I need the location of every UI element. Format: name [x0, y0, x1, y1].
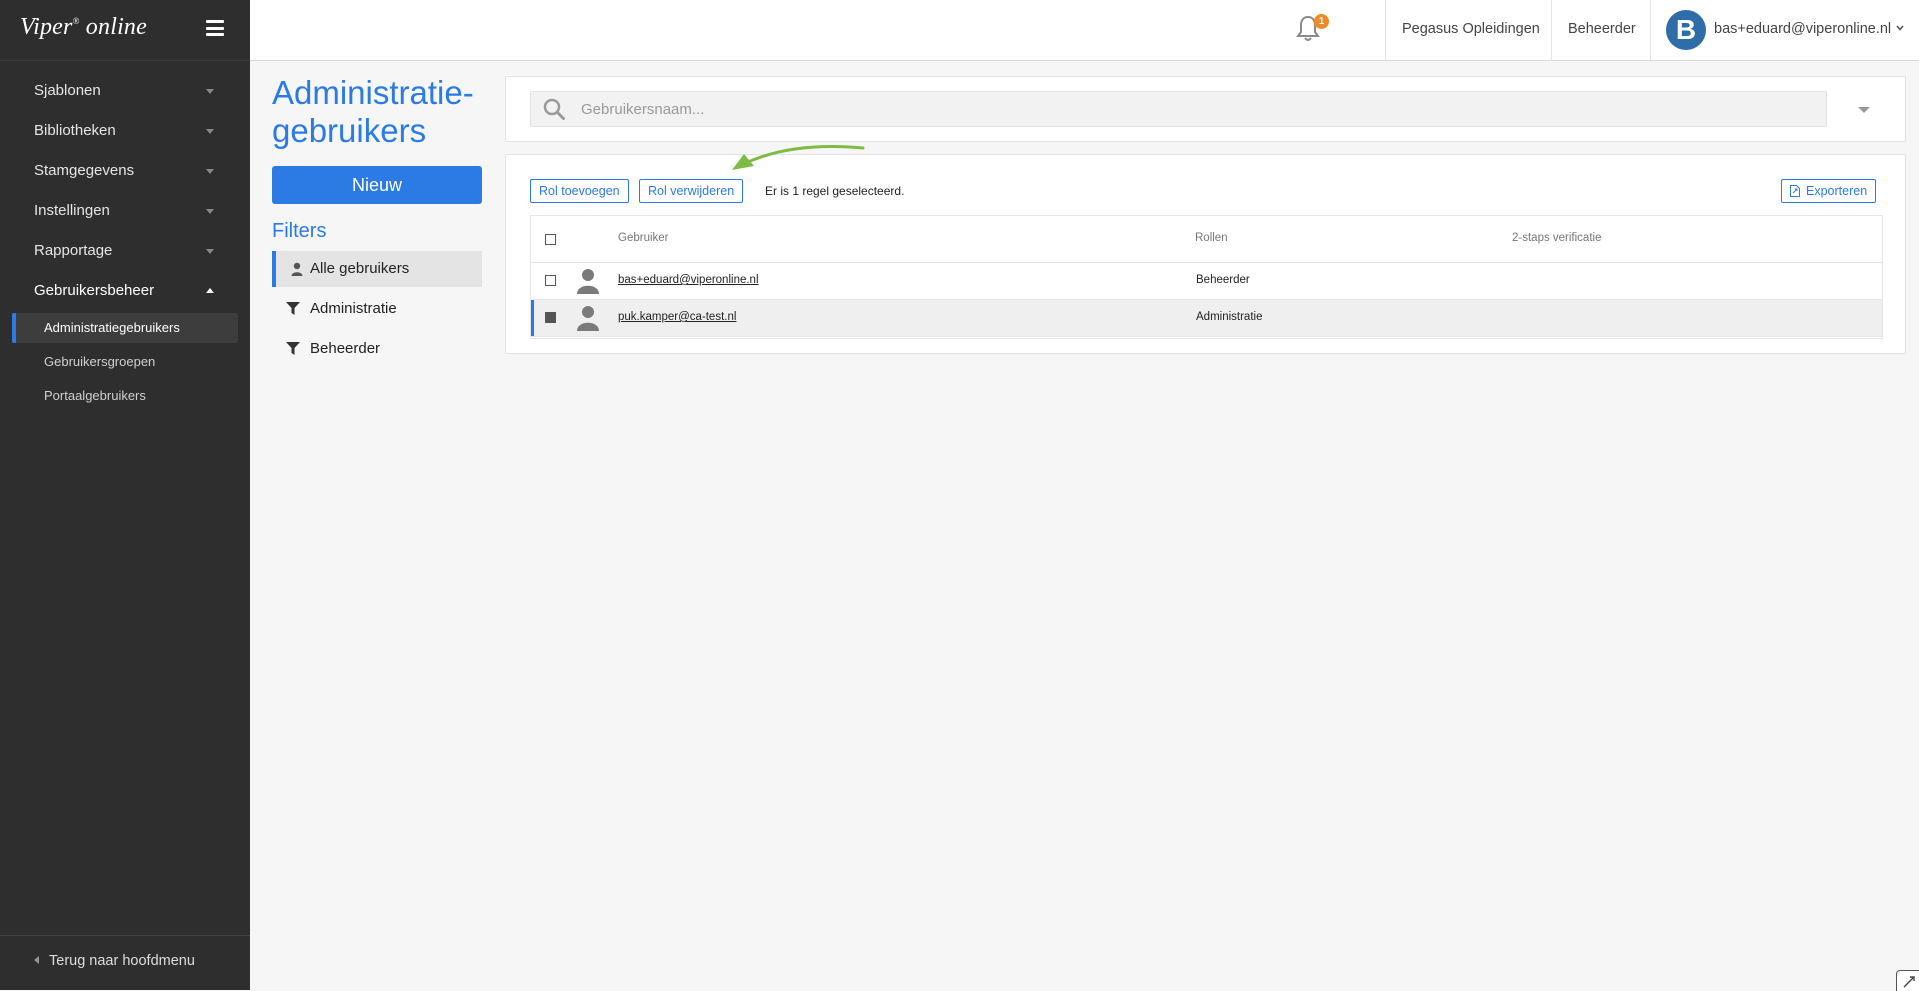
divider — [1385, 0, 1386, 60]
sidebar-item-sjablonen[interactable]: Sjablonen — [0, 71, 250, 111]
role-label[interactable]: Beheerder — [1568, 21, 1636, 37]
filter-label: Administratie — [310, 300, 397, 317]
filters-title: Filters — [272, 220, 327, 242]
user-email-link[interactable]: bas+eduard@viperonline.nl — [618, 274, 759, 286]
caret-down-icon — [206, 209, 214, 214]
filter-label: Alle gebruikers — [310, 260, 410, 277]
logo-bar: Viper® online — [0, 0, 250, 61]
notification-badge: 1 — [1314, 14, 1329, 29]
app-logo[interactable]: Viper® online — [20, 14, 147, 41]
hamburger-menu-icon[interactable] — [206, 20, 224, 36]
chevron-down-icon[interactable] — [1896, 24, 1904, 32]
selection-info: Er is 1 regel geselecteerd. — [765, 184, 905, 198]
search-placeholder: Gebruikersnaam... — [581, 101, 705, 118]
corner-tool-icon[interactable] — [1896, 970, 1919, 991]
user-avatar-icon — [577, 306, 599, 331]
avatar[interactable]: B — [1666, 10, 1706, 50]
back-bar: Terug naar hoofdmenu — [0, 935, 250, 990]
search-options-caret-icon[interactable] — [1858, 107, 1870, 113]
users-panel: Rol toevoegen Rol verwijderen Er is 1 re… — [505, 154, 1906, 354]
sidebar-item-bibliotheken[interactable]: Bibliotheken — [0, 111, 250, 151]
search-input[interactable]: Gebruikersnaam... — [530, 91, 1827, 127]
search-panel: Gebruikersnaam... — [505, 76, 1906, 142]
user-avatar-icon — [577, 269, 599, 294]
user-email-menu[interactable]: bas+eduard@viperonline.nl — [1714, 21, 1891, 37]
sidebar-subitem-gebruikersgroepen[interactable]: Gebruikersgroepen — [12, 347, 238, 377]
select-all-checkbox[interactable] — [545, 234, 556, 245]
column-header-2fa[interactable]: 2-staps verificatie — [1512, 232, 1601, 244]
caret-down-icon — [206, 169, 214, 174]
new-button[interactable]: Nieuw — [272, 166, 482, 204]
table-row[interactable]: bas+eduard@viperonline.nl Beheerder — [531, 263, 1882, 300]
caret-down-icon — [206, 89, 214, 94]
sidebar-subitem-administratiegebruikers[interactable]: Administratiegebruikers — [12, 313, 238, 343]
sidebar-item-label: Bibliotheken — [34, 122, 116, 139]
column-header-gebruiker[interactable]: Gebruiker — [618, 232, 669, 244]
divider — [1650, 0, 1651, 60]
sidebar-item-gebruikersbeheer[interactable]: Gebruikersbeheer — [0, 271, 250, 311]
row-checkbox[interactable] — [545, 312, 556, 323]
users-table: Gebruiker Rollen 2-staps verificatie bas… — [530, 215, 1883, 339]
logo-sub: online — [85, 14, 147, 40]
caret-up-icon — [206, 288, 214, 293]
sidebar-item-instellingen[interactable]: Instellingen — [0, 191, 250, 231]
search-icon — [543, 98, 565, 120]
filter-label: Beheerder — [310, 340, 381, 357]
logo-mark: ® — [72, 16, 80, 26]
table-header: Gebruiker Rollen 2-staps verificatie — [531, 216, 1882, 263]
divider — [1551, 0, 1552, 60]
sidebar-item-label: Rapportage — [34, 242, 113, 259]
sidebar-item-label: Gebruikersbeheer — [34, 282, 155, 299]
user-email-link[interactable]: puk.kamper@ca-test.nl — [618, 311, 736, 323]
filter-administratie[interactable]: Administratie — [272, 291, 482, 327]
sidebar-subnav: Administratiegebruikers Gebruikersgroepe… — [0, 313, 250, 411]
caret-down-icon — [206, 129, 214, 134]
column-header-rollen[interactable]: Rollen — [1195, 232, 1228, 244]
remove-role-button[interactable]: Rol verwijderen — [639, 179, 744, 203]
caret-down-icon — [206, 249, 214, 254]
top-bar: 1 Pegasus Opleidingen Beheerder B bas+ed… — [250, 0, 1919, 61]
back-to-main-menu-link[interactable]: Terug naar hoofdmenu — [34, 953, 195, 969]
sidebar-item-rapportage[interactable]: Rapportage — [0, 231, 250, 271]
sidebar-item-label: Stamgegevens — [34, 162, 135, 179]
export-button[interactable]: Exporteren — [1781, 179, 1877, 203]
funnel-icon — [286, 302, 300, 315]
user-role: Beheerder — [1196, 274, 1250, 286]
sidebar-nav: Sjablonen Bibliotheken Stamgegevens Inst… — [0, 61, 250, 311]
add-role-button[interactable]: Rol toevoegen — [530, 179, 629, 203]
export-label: Exporteren — [1806, 184, 1868, 198]
funnel-icon — [286, 342, 300, 355]
table-row[interactable]: puk.kamper@ca-test.nl Administratie — [531, 300, 1882, 337]
person-icon — [291, 262, 303, 276]
filter-alle-gebruikers[interactable]: Alle gebruikers — [272, 251, 482, 287]
row-checkbox[interactable] — [545, 275, 556, 286]
sidebar-subitem-portaalgebruikers[interactable]: Portaalgebruikers — [12, 381, 238, 411]
sidebar-item-stamgegevens[interactable]: Stamgegevens — [0, 151, 250, 191]
sidebar: Viper® online Sjablonen Bibliotheken Sta… — [0, 0, 250, 990]
sidebar-item-label: Instellingen — [34, 202, 110, 219]
back-label: Terug naar hoofdmenu — [49, 953, 195, 969]
annotation-arrow-icon — [732, 145, 865, 170]
organization-switcher[interactable]: Pegasus Opleidingen — [1402, 21, 1540, 37]
file-export-icon — [1790, 185, 1800, 197]
sidebar-item-label: Sjablonen — [34, 82, 101, 99]
user-role: Administratie — [1196, 311, 1263, 323]
filter-beheerder[interactable]: Beheerder — [272, 331, 482, 367]
page-title: Administratie-gebruikers — [272, 74, 474, 149]
caret-left-icon — [34, 956, 39, 964]
logo-main: Viper — [20, 14, 73, 40]
